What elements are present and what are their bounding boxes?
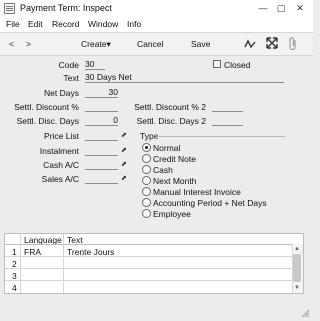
price-list-field[interactable]	[85, 130, 118, 141]
radio-manual-interest-invoice-label: Manual Interest Invoice	[153, 187, 241, 197]
settl-discount-2-label: Settl. Discount % 2	[134, 102, 206, 112]
price-list-label: Price List	[44, 131, 79, 141]
radio-accounting-period[interactable]	[142, 198, 151, 207]
radio-next-month[interactable]	[142, 176, 151, 185]
menu-bar	[0, 17, 313, 33]
cancel-button[interactable]: Cancel	[137, 39, 163, 49]
close-button[interactable]: ✕	[293, 2, 307, 14]
paste-icon[interactable]: ⬈	[121, 175, 128, 182]
row-number: 3	[12, 271, 17, 281]
grid-col-divider	[20, 234, 21, 293]
settl-disc-days-2-field[interactable]	[212, 115, 243, 126]
cell-text[interactable]: Trente Jours	[67, 247, 114, 257]
instalment-label: Instalment	[39, 146, 79, 156]
settl-disc-days-2-label: Settl. Disc. Days 2	[136, 116, 206, 126]
paste-icon[interactable]: ⬈	[121, 132, 128, 139]
activity-icon[interactable]	[244, 38, 256, 50]
type-divider	[157, 136, 285, 137]
minimize-button[interactable]: —	[256, 2, 270, 14]
scroll-up-icon[interactable]: ▲	[293, 245, 301, 253]
settl-discount-2-field[interactable]	[212, 101, 243, 112]
radio-credit-note[interactable]	[142, 154, 151, 163]
resize-grip-icon[interactable]	[300, 308, 310, 318]
radio-next-month-label: Next Month	[153, 176, 197, 186]
sales-ac-label: Sales A/C	[41, 174, 79, 184]
paste-icon[interactable]: ⬈	[121, 161, 128, 168]
radio-normal[interactable]	[142, 143, 151, 152]
radio-cash-label: Cash	[153, 165, 173, 175]
settl-discount-field[interactable]	[85, 101, 118, 112]
menu-edit[interactable]: Edit	[28, 19, 43, 29]
radio-credit-note-label: Credit Note	[153, 154, 196, 164]
instalment-field[interactable]	[85, 145, 118, 156]
radio-accounting-period-label: Accounting Period + Net Days	[153, 198, 267, 208]
radio-normal-label: Normal	[153, 143, 181, 153]
cash-ac-field[interactable]	[85, 159, 118, 170]
row-number: 1	[12, 247, 17, 257]
settl-discount-label: Settl. Discount %	[14, 102, 79, 112]
settl-disc-days-label: Settl. Disc. Days	[16, 116, 79, 126]
scrollbar-thumb[interactable]	[293, 254, 301, 282]
sales-ac-field[interactable]	[85, 173, 118, 184]
cash-ac-label: Cash A/C	[43, 160, 79, 170]
grid-col-divider	[63, 234, 64, 293]
radio-employee-label: Employee	[153, 209, 191, 219]
menu-record[interactable]: Record	[52, 19, 79, 29]
menu-window[interactable]: Window	[88, 19, 118, 29]
cell-language[interactable]: FRA	[24, 247, 41, 257]
window-title: Payment Term: Inspect	[20, 3, 112, 13]
type-label: Type	[140, 131, 159, 141]
net-days-field[interactable]: 30	[85, 87, 118, 98]
radio-cash[interactable]	[142, 165, 151, 174]
text-label: Text	[63, 73, 79, 83]
create-button[interactable]: Create▾	[81, 39, 111, 50]
expand-icon[interactable]	[266, 37, 278, 49]
chevron-down-icon: ▾	[106, 39, 111, 49]
radio-employee[interactable]	[142, 209, 151, 218]
paste-icon[interactable]: ⬈	[121, 147, 128, 154]
code-label: Code	[58, 60, 79, 70]
code-field[interactable]: 30	[85, 59, 105, 70]
grid-row-divider	[5, 256, 292, 257]
menu-info[interactable]: Info	[127, 19, 141, 29]
scroll-down-icon[interactable]: ▼	[293, 284, 301, 292]
net-days-label: Net Days	[44, 88, 79, 98]
row-number: 4	[12, 283, 17, 293]
closed-checkbox[interactable]	[213, 60, 221, 68]
maximize-button[interactable]: ▢	[274, 2, 288, 14]
grid-row-divider	[5, 280, 292, 281]
text-field[interactable]: 30 Days Net	[85, 72, 284, 83]
settl-disc-days-field[interactable]: 0	[85, 115, 118, 126]
save-button[interactable]: Save	[191, 39, 210, 49]
radio-manual-interest-invoice[interactable]	[142, 187, 151, 196]
row-number: 2	[12, 259, 17, 269]
closed-label: Closed	[224, 60, 251, 70]
app-icon	[4, 3, 15, 14]
create-label: Create	[81, 39, 107, 49]
grid-row-divider	[5, 268, 292, 269]
previous-record-button[interactable]: <	[9, 39, 14, 49]
next-record-button[interactable]: >	[26, 39, 31, 49]
menu-file[interactable]: File	[6, 19, 20, 29]
grid-header-divider	[5, 244, 303, 245]
paperclip-icon[interactable]	[288, 37, 298, 50]
